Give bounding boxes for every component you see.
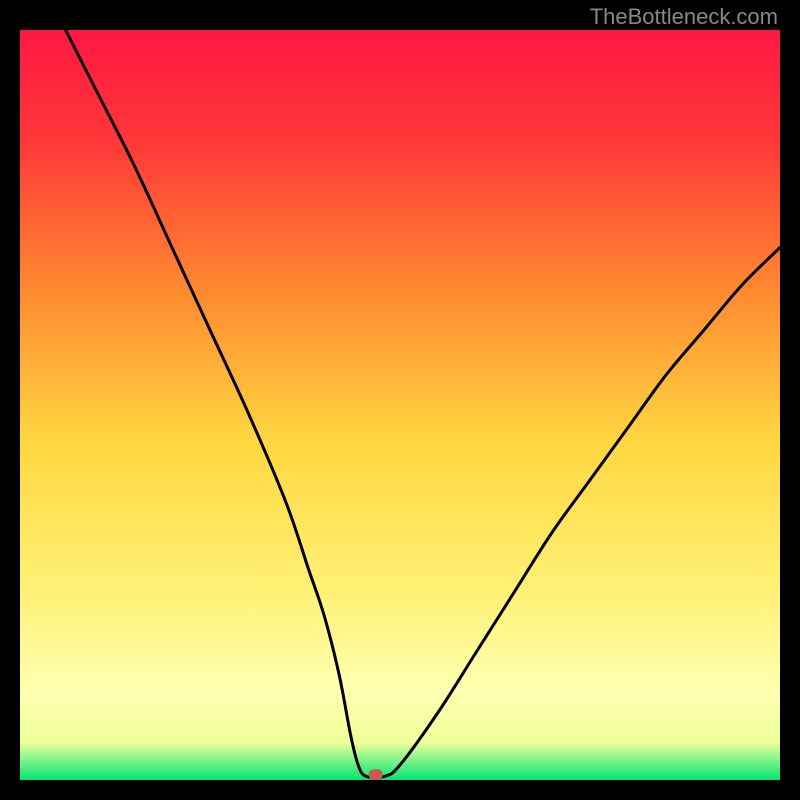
gradient-background	[20, 30, 780, 780]
chart-container: TheBottleneck.com	[0, 0, 800, 800]
optimal-marker	[369, 769, 383, 780]
watermark-text: TheBottleneck.com	[590, 4, 778, 30]
bottleneck-chart	[20, 30, 780, 780]
